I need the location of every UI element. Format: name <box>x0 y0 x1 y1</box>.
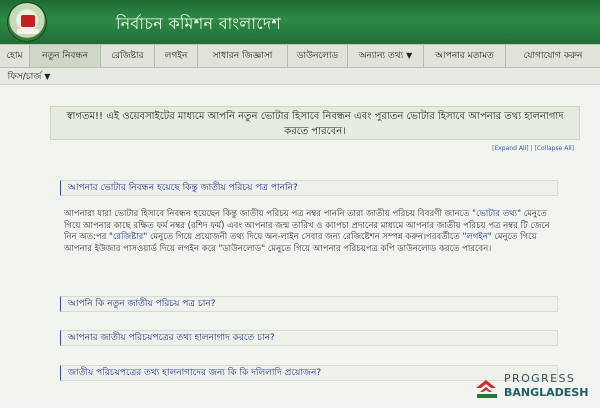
logo-text-line1: PROGRESS <box>504 372 576 385</box>
answer-text: মেনুতে গিয়ে প্রয়োজনী তথ্য দিয়ে অন-লাই… <box>147 232 463 242</box>
register-link[interactable]: "রেজিষ্টার" <box>109 232 147 242</box>
progress-bangladesh-watermark: PROGRESS BANGLADESH <box>474 372 592 404</box>
emblem-book-shape <box>21 15 35 27</box>
nav-register[interactable]: রেজিষ্টার <box>101 45 155 67</box>
site-header: নির্বাচন কমিশন বাংলাদেশ <box>0 0 600 44</box>
dropdown-arrow-icon: ▼ <box>406 51 413 60</box>
nav-fees-label: ফিস/চার্জ <box>7 72 42 82</box>
expand-all-link[interactable]: Expand All <box>494 145 526 152</box>
nav-fees-charges[interactable]: ফিস/চার্জ ▼ <box>0 68 58 85</box>
main-navigation: হোম নতুন নিবন্ধন রেজিষ্টার লগইন সাধারন জ… <box>0 44 600 68</box>
nav-feedback[interactable]: আপনার মতামত <box>424 45 506 67</box>
nav-download[interactable]: ডাউনলোড <box>288 45 348 67</box>
welcome-banner: স্বাগতম!! এই ওয়েবসাইটের মাধ্যমে আপনি নত… <box>50 106 580 140</box>
collapse-all-link[interactable]: Collapse All <box>537 145 572 152</box>
voter-info-link[interactable]: "ভোটার তথ্য" <box>472 209 521 219</box>
faq-question-3[interactable]: আপনার জাতীয় পরিচয়পত্রের তথ্য হালনাগাদ … <box>60 330 558 346</box>
accordion-controls: [Expand All] | [Collapse All] <box>492 145 574 152</box>
emblem-band <box>17 29 39 34</box>
nav-login[interactable]: লগইন <box>155 45 198 67</box>
nav-faq[interactable]: সাধারন জিজ্ঞাসা <box>198 45 288 67</box>
login-link[interactable]: "লগইন" <box>462 232 491 242</box>
faq-answer-1: আপনারা যারা ভোটার হিসাবে নিবন্ধন হয়েছেন… <box>64 209 564 255</box>
logo-text-line2: BANGLADESH <box>504 386 589 399</box>
nav-contact[interactable]: যোগাযোগ করুন <box>506 45 600 67</box>
nav-other-info-label: অন্যান্য তথ্য <box>358 51 404 61</box>
secondary-navigation: ফিস/চার্জ ▼ <box>0 68 600 85</box>
faq-question-1[interactable]: আপনার ভোটার নিবন্ধন হয়েছে কিন্তু জাতীয়… <box>60 180 558 196</box>
progress-bangladesh-logo-icon <box>476 380 497 398</box>
dropdown-arrow-icon: ▼ <box>44 72 51 81</box>
faq-question-2[interactable]: আপনি কি নতুন জাতীয় পরিচয় পত্র চান? <box>60 296 558 312</box>
separator: | <box>530 145 533 152</box>
election-commission-emblem-icon[interactable] <box>7 2 47 42</box>
nav-home[interactable]: হোম <box>0 45 30 67</box>
nav-new-registration[interactable]: নতুন নিবন্ধন <box>30 45 101 67</box>
nav-other-info[interactable]: অন্যান্য তথ্য ▼ <box>348 45 424 67</box>
answer-text: আপনারা যারা ভোটার হিসাবে নিবন্ধন হয়েছেন… <box>64 209 473 219</box>
site-title: নির্বাচন কমিশন বাংলাদেশ <box>116 14 282 33</box>
